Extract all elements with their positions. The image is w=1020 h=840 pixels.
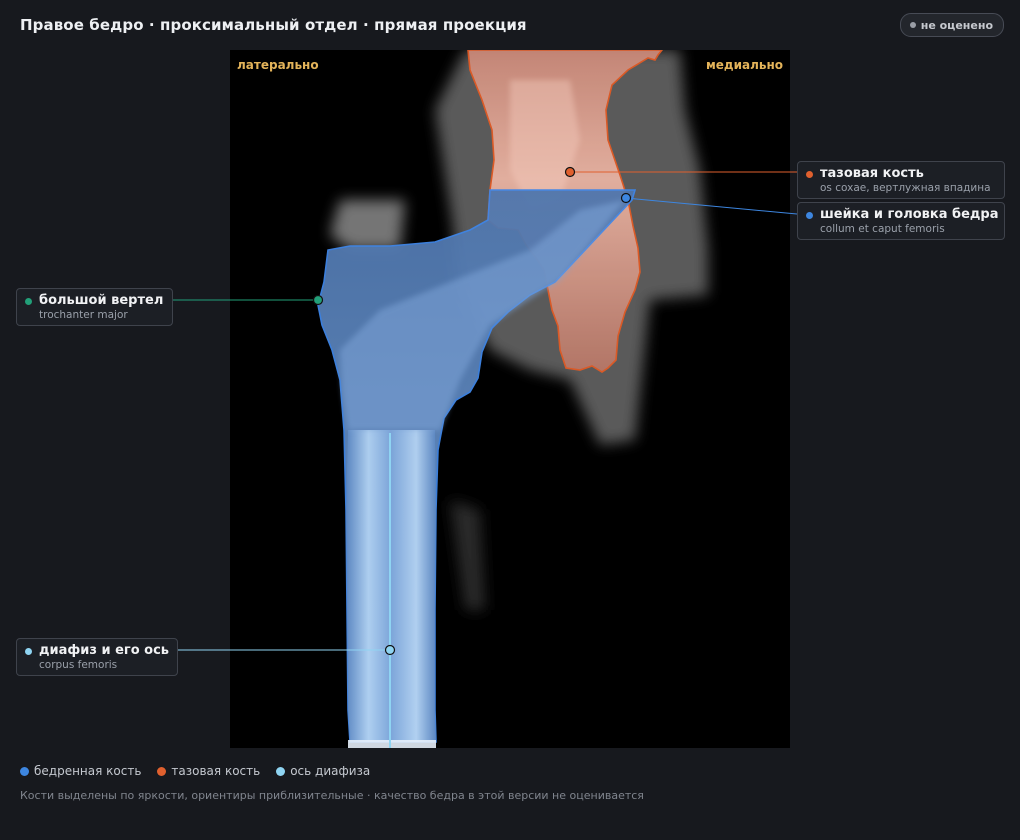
label-neck: шейка и головка бедра collum et caput fe…	[797, 202, 1005, 240]
trochanter-dot-icon	[25, 298, 32, 305]
xray-image	[230, 50, 790, 748]
legend-item-femur: бедренная кость	[20, 764, 141, 778]
footer-note: Кости выделены по яркости, ориентиры при…	[20, 789, 644, 802]
label-shaft-latin: corpus femoris	[39, 659, 118, 671]
label-pelvis-latin: os coxae, вертлужная впадина	[820, 182, 991, 194]
orientation-medial: медиально	[705, 58, 783, 72]
label-neck-name: шейка и головка бедра	[820, 207, 999, 222]
axis-swatch-icon	[276, 766, 286, 776]
shaft-dot-icon	[25, 648, 32, 655]
label-neck-latin: collum et caput femoris	[820, 223, 945, 235]
legend-item-pelvis: тазовая кость	[157, 764, 260, 778]
label-pelvis: тазовая кость os coxae, вертлужная впади…	[797, 161, 1005, 199]
status-badge-label: не оценено	[920, 18, 993, 32]
pelvis-swatch-icon	[157, 766, 167, 776]
status-badge: не оценено	[899, 13, 1004, 37]
legend-item-axis: ось диафиза	[276, 764, 370, 778]
pelvis-dot-icon	[806, 171, 813, 178]
legend-femur-label: бедренная кость	[34, 764, 142, 778]
label-trochanter-latin: trochanter major	[39, 309, 128, 321]
legend: бедренная кость тазовая кость ось диафиз…	[20, 764, 370, 778]
xray-drawing	[317, 50, 708, 748]
status-dot-icon	[909, 22, 916, 28]
legend-axis-label: ось диафиза	[290, 764, 371, 778]
page-title: Правое бедро · проксимальный отдел · пря…	[20, 16, 527, 34]
label-trochanter: большой вертел trochanter major	[16, 288, 173, 326]
orientation-lateral: латерально	[237, 58, 319, 72]
label-shaft-name: диафиз и его ось	[39, 643, 170, 658]
label-pelvis-name: тазовая кость	[820, 166, 924, 181]
legend-pelvis-label: тазовая кость	[171, 764, 261, 778]
femur-swatch-icon	[20, 766, 29, 776]
label-trochanter-name: большой вертел	[39, 293, 164, 308]
label-shaft: диафиз и его ось corpus femoris	[16, 638, 178, 676]
neck-dot-icon	[806, 212, 813, 219]
